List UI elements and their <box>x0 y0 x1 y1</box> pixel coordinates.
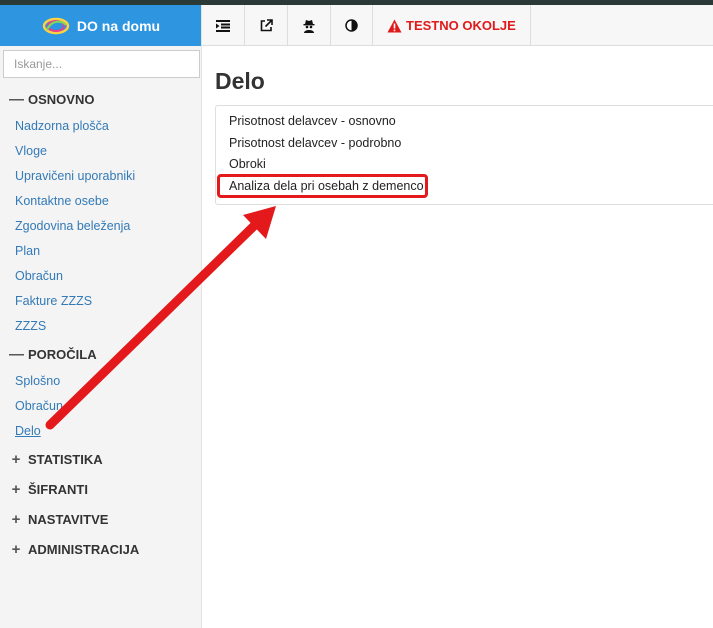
user-secret-icon <box>303 19 315 33</box>
collapse-icon: — <box>9 345 24 363</box>
search-input[interactable] <box>3 50 200 78</box>
section-porocila[interactable]: — POROČILA <box>0 339 201 369</box>
environment-warning: TESTNO OKOLJE <box>373 5 531 46</box>
impersonate-button[interactable] <box>288 5 331 46</box>
section-sifranti[interactable]: + ŠIFRANTI <box>0 474 201 504</box>
brand-logo-icon <box>42 17 70 34</box>
sidebar-item-porocila-obracun[interactable]: Obračun <box>0 394 201 419</box>
sidebar-item-zgodovina-belezenja[interactable]: Zgodovina beleženja <box>0 214 201 239</box>
section-label: OSNOVNO <box>28 91 95 107</box>
brand-header[interactable]: DO na domu <box>0 5 201 46</box>
section-nastavitve[interactable]: + NASTAVITVE <box>0 504 201 534</box>
search-wrap <box>0 46 201 78</box>
main-content: Delo Prisotnost delavcev - osnovno Priso… <box>202 46 713 628</box>
sidebar-item-fakture-zzzs[interactable]: Fakture ZZZS <box>0 289 201 314</box>
external-link-button[interactable] <box>245 5 288 46</box>
report-link-prisotnost-osnovno[interactable]: Prisotnost delavcev - osnovno <box>216 111 713 133</box>
section-label: ŠIFRANTI <box>28 481 88 497</box>
brand-name: DO na domu <box>76 17 161 34</box>
sidebar-item-splosno[interactable]: Splošno <box>0 369 201 394</box>
report-link-obroki[interactable]: Obroki <box>216 154 713 176</box>
sidebar-item-delo[interactable]: Delo <box>0 419 201 444</box>
sidebar: DO na domu — OSNOVNO Nadzorna plošča Vlo… <box>0 5 202 628</box>
section-label: NASTAVITVE <box>28 511 109 527</box>
section-label: POROČILA <box>28 346 97 362</box>
section-administracija[interactable]: + ADMINISTRACIJA <box>0 534 201 564</box>
page-title: Delo <box>215 68 265 94</box>
section-statistika[interactable]: + STATISTIKA <box>0 444 201 474</box>
report-link-prisotnost-podrobno[interactable]: Prisotnost delavcev - podrobno <box>216 133 713 155</box>
sidebar-nav: — OSNOVNO Nadzorna plošča Vloge Upraviče… <box>0 84 201 564</box>
expand-icon: + <box>11 450 21 468</box>
collapse-icon: — <box>9 90 24 108</box>
expand-icon: + <box>11 480 21 498</box>
expand-icon: + <box>11 540 21 558</box>
sidebar-item-zzzs[interactable]: ZZZS <box>0 314 201 339</box>
section-label: ADMINISTRACIJA <box>28 541 140 557</box>
section-osnovno[interactable]: — OSNOVNO <box>0 84 201 114</box>
external-link-icon <box>260 19 273 32</box>
expand-icon: + <box>11 510 21 528</box>
menu-toggle-icon <box>216 19 230 32</box>
sidebar-item-plan[interactable]: Plan <box>0 239 201 264</box>
menu-toggle-button[interactable] <box>202 5 245 46</box>
sidebar-item-vloge[interactable]: Vloge <box>0 139 201 164</box>
sidebar-item-nadzorna-plosca[interactable]: Nadzorna plošča <box>0 114 201 139</box>
environment-label: TESTNO OKOLJE <box>406 18 516 33</box>
contrast-icon <box>345 19 358 32</box>
top-toolbar: TESTNO OKOLJE <box>202 5 713 46</box>
annotation-highlight-box <box>217 174 428 198</box>
sidebar-item-obracun[interactable]: Obračun <box>0 264 201 289</box>
warning-icon <box>387 19 402 32</box>
contrast-toggle-button[interactable] <box>331 5 373 46</box>
section-label: STATISTIKA <box>28 451 103 467</box>
sidebar-item-kontaktne-osebe[interactable]: Kontaktne osebe <box>0 189 201 214</box>
sidebar-item-upraviceni-uporabniki[interactable]: Upravičeni uporabniki <box>0 164 201 189</box>
